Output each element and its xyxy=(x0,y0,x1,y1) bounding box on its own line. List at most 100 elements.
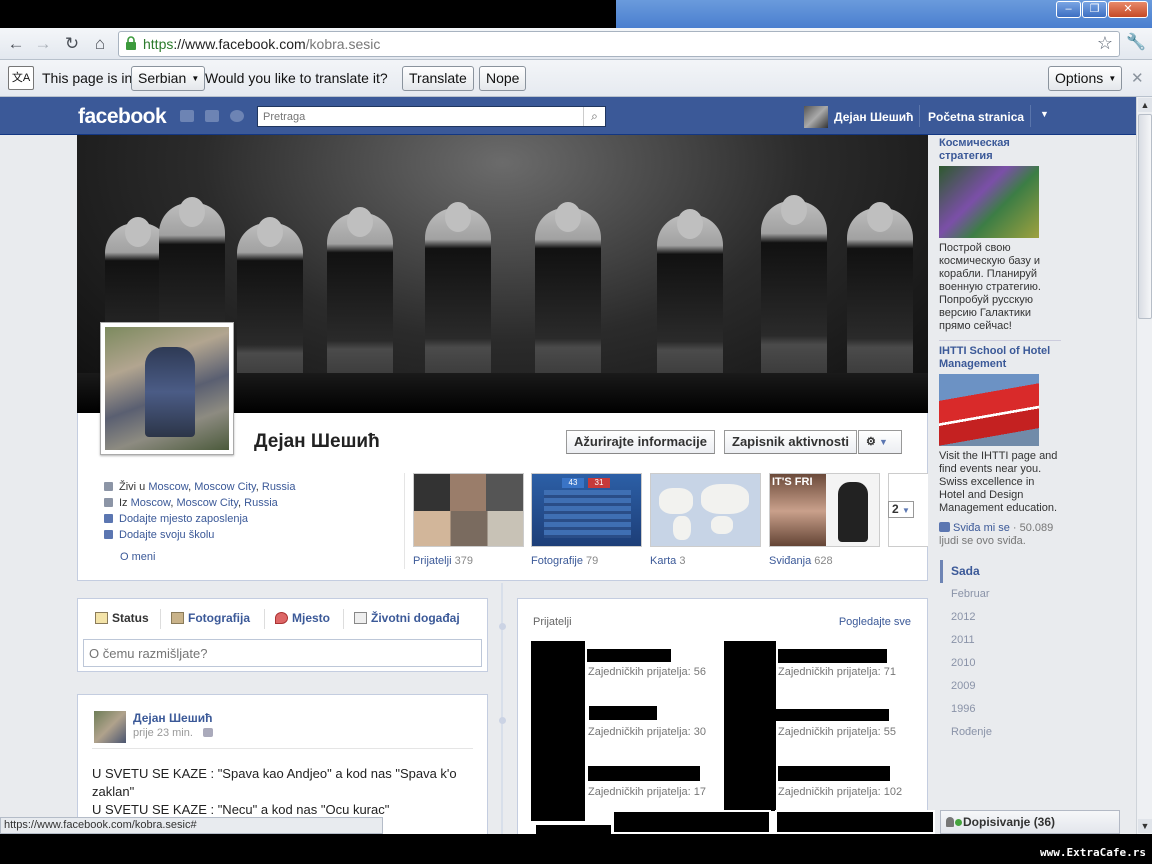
year-item[interactable]: 2010 xyxy=(940,652,1060,675)
ad-divider xyxy=(939,340,1061,341)
post-author-avatar[interactable] xyxy=(94,711,126,743)
messages-icon[interactable] xyxy=(205,110,219,122)
profile-info-list: Živi u Moscow, Moscow City, Russia Iz Mo… xyxy=(104,479,296,543)
user-avatar[interactable] xyxy=(804,106,828,128)
ad-image[interactable] xyxy=(939,374,1039,446)
lives-country-link[interactable]: Russia xyxy=(262,481,296,493)
see-all-friends-link[interactable]: Pogledajte sve xyxy=(839,616,911,628)
page-scrollbar[interactable]: ▲ ▼ xyxy=(1136,97,1152,834)
info-lives-in: Živi u Moscow, Moscow City, Russia xyxy=(104,479,296,495)
update-info-button[interactable]: Ažurirajte informacije xyxy=(566,430,715,454)
redacted-photo xyxy=(536,825,611,834)
year-item[interactable]: 1996 xyxy=(940,698,1060,721)
forward-icon[interactable]: → xyxy=(32,33,54,55)
year-item[interactable]: 2011 xyxy=(940,629,1060,652)
search-input[interactable] xyxy=(258,107,578,126)
ad-body: Построй свою космическую базу и корабли.… xyxy=(939,242,1041,332)
redacted-name xyxy=(588,766,700,781)
tab-status[interactable]: Status xyxy=(95,611,149,625)
chat-sidebar-toggle[interactable]: Dopisivanje (36) xyxy=(940,810,1120,834)
options-button[interactable]: Options ▼ xyxy=(1048,66,1123,91)
add-work-link[interactable]: Dodajte mjesto zaposlenja xyxy=(119,513,248,525)
status-input[interactable] xyxy=(83,639,482,667)
profile-picture[interactable] xyxy=(100,322,234,455)
close-infobar-icon[interactable]: ✕ xyxy=(1131,69,1144,87)
add-school-row[interactable]: Dodajte svoju školu xyxy=(104,527,296,543)
more-apps-button[interactable]: 2 ▼ xyxy=(888,501,914,518)
header-user-name[interactable]: Дејан Шешић xyxy=(834,110,913,124)
scroll-up-icon[interactable]: ▲ xyxy=(1138,98,1152,112)
settings-gear-button[interactable]: ⚙ ▼ xyxy=(858,430,902,454)
account-menu-chevron-icon[interactable]: ▼ xyxy=(1040,109,1049,119)
year-item[interactable]: 2009 xyxy=(940,675,1060,698)
translate-prefix: This page is in xyxy=(42,70,133,86)
tab-photo[interactable]: Fotografija xyxy=(171,611,250,625)
from-country-link[interactable]: Russia xyxy=(244,497,278,509)
address-url: https://www.facebook.com/kobra.sesic xyxy=(143,36,381,52)
friends-tile-label[interactable]: Prijatelji 379 xyxy=(413,555,473,567)
post-divider xyxy=(92,748,473,749)
year-item[interactable]: Sada xyxy=(940,560,1060,583)
tab-divider xyxy=(343,609,344,629)
timeline-year-nav: Sada Februar 2012 2011 2010 2009 1996 Ro… xyxy=(940,560,1060,744)
tab-life-event[interactable]: Životni događaj xyxy=(354,611,460,625)
map-landmass xyxy=(659,488,693,514)
home-link[interactable]: Početna stranica xyxy=(928,110,1024,124)
search-icon[interactable]: ⌕ xyxy=(583,107,605,126)
from-region-link[interactable]: Moscow City xyxy=(177,497,239,509)
post-author-name[interactable]: Дејан Шешић xyxy=(133,711,212,725)
notifications-icon[interactable] xyxy=(230,110,244,122)
language-select[interactable]: Serbian ▼ xyxy=(131,66,206,91)
minimize-button[interactable]: – xyxy=(1056,1,1081,18)
lives-region-link[interactable]: Moscow City xyxy=(194,481,256,493)
tab-place[interactable]: Mjesto xyxy=(275,611,330,625)
audience-friends-icon[interactable] xyxy=(202,728,213,737)
friend-mutual-count: Zajedničkih prijatelja: 55 xyxy=(778,726,897,738)
lives-city-link[interactable]: Moscow xyxy=(148,481,188,493)
year-item[interactable]: Rođenje xyxy=(940,721,1060,744)
camera-icon xyxy=(171,612,184,624)
chat-tab[interactable] xyxy=(775,810,935,834)
year-item[interactable]: Februar xyxy=(940,583,1060,606)
about-link[interactable]: O meni xyxy=(120,551,155,563)
redacted-photo xyxy=(724,641,776,811)
add-work-row[interactable]: Dodajte mjesto zaposlenja xyxy=(104,511,296,527)
photos-tile[interactable]: 43 31 xyxy=(531,473,642,547)
home-icon[interactable]: ⌂ xyxy=(89,33,111,55)
translate-button[interactable]: Translate xyxy=(402,66,474,91)
activity-log-button[interactable]: Zapisnik aktivnosti xyxy=(724,430,858,454)
add-school-link[interactable]: Dodajte svoju školu xyxy=(119,529,214,541)
ad-like-link[interactable]: Sviđa mi se xyxy=(953,522,1010,534)
friends-tile[interactable] xyxy=(413,473,524,547)
ad-title[interactable]: Космическая стратегия xyxy=(939,137,1061,163)
nope-button[interactable]: Nope xyxy=(479,66,527,91)
photos-tile-label[interactable]: Fotografije 79 xyxy=(531,555,598,567)
chat-tab[interactable] xyxy=(612,810,771,834)
timeline-dot xyxy=(499,623,506,630)
window-titlebar: – ❐ ✕ xyxy=(0,0,1152,28)
close-window-button[interactable]: ✕ xyxy=(1108,1,1148,18)
friend-requests-icon[interactable] xyxy=(180,110,194,122)
map-tile[interactable] xyxy=(650,473,761,547)
facebook-logo[interactable]: facebook xyxy=(78,105,167,129)
bookmark-star-icon[interactable]: ☆ xyxy=(1097,33,1113,54)
back-icon[interactable]: ← xyxy=(5,33,27,55)
ad-title[interactable]: IHTTI School of Hotel Management xyxy=(939,345,1061,371)
year-item[interactable]: 2012 xyxy=(940,606,1060,629)
post-timestamp[interactable]: prije 23 min. xyxy=(133,727,213,739)
from-city-link[interactable]: Moscow xyxy=(131,497,171,509)
friend-mutual-count: Zajedničkih prijatelja: 30 xyxy=(588,726,707,738)
info-from: Iz Moscow, Moscow City, Russia xyxy=(104,495,296,511)
map-tile-label[interactable]: Karta 3 xyxy=(650,555,685,567)
likes-tile-label[interactable]: Sviđanja 628 xyxy=(769,555,833,567)
address-bar[interactable]: https://www.facebook.com/kobra.sesic ☆ xyxy=(118,31,1120,57)
maximize-button[interactable]: ❐ xyxy=(1082,1,1107,18)
ad-image[interactable] xyxy=(939,166,1039,238)
scroll-down-icon[interactable]: ▼ xyxy=(1138,819,1152,833)
likes-tile[interactable]: IT'S FRI xyxy=(769,473,880,547)
friend-mutual-count: Zajedničkih prijatelja: 71 xyxy=(778,666,897,678)
reload-icon[interactable]: ↻ xyxy=(61,33,83,55)
translate-icon: 文A xyxy=(8,66,34,90)
wrench-icon[interactable]: 🔧 xyxy=(1126,32,1146,52)
scroll-thumb[interactable] xyxy=(1138,114,1152,319)
